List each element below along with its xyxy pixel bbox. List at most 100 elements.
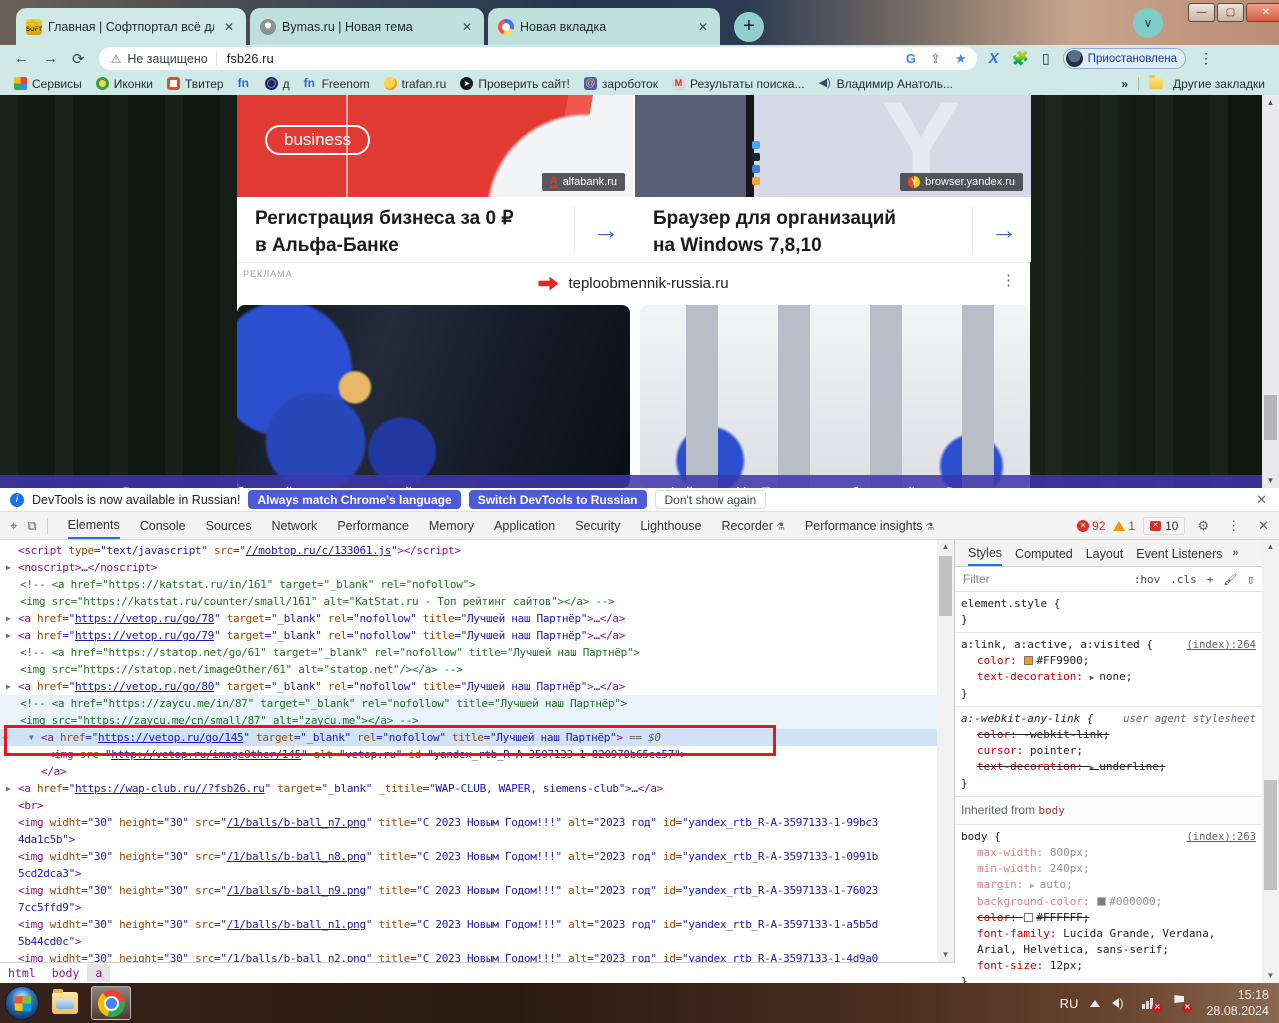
ad-arrow-icon[interactable]: → — [991, 215, 1017, 246]
browser-menu-icon[interactable]: ⋮ — [1199, 50, 1213, 67]
tab-close-icon[interactable]: ✕ — [458, 18, 476, 36]
inherited-node-link[interactable]: body — [1038, 804, 1065, 817]
product-image-factory[interactable] — [237, 305, 630, 488]
dont-show-again-button[interactable]: Don't show again — [655, 490, 767, 509]
tab-search-button[interactable]: ∨ — [1133, 8, 1163, 38]
styles-tab-event-listeners[interactable]: Event Listeners — [1136, 542, 1222, 565]
toggle-class-button[interactable]: .cls — [1170, 573, 1197, 586]
rule-source-link[interactable]: user agent stylesheet — [1123, 711, 1256, 727]
bookmark-star-icon[interactable]: ★ — [955, 51, 967, 67]
extension-x-icon[interactable]: X — [989, 50, 999, 67]
css-property[interactable]: color: -webkit-link; — [961, 727, 1256, 743]
expand-icon[interactable]: ▶ — [6, 678, 18, 695]
action-center-error-icon[interactable]: ✕ — [1172, 995, 1190, 1011]
expand-value-icon[interactable]: ▶ — [1090, 763, 1100, 772]
color-swatch[interactable] — [1097, 897, 1106, 906]
styles-tab-layout[interactable]: Layout — [1086, 542, 1124, 565]
devtools-close-icon[interactable]: ✕ — [1258, 518, 1269, 534]
dom-tree-line[interactable]: <br> — [0, 797, 937, 814]
scrollbar-thumb[interactable] — [1264, 780, 1277, 890]
ad-card-yandex[interactable]: Y Y browser.yandex.ru Браузер для органи… — [635, 95, 1031, 262]
scrollbar-thumb[interactable] — [939, 556, 952, 616]
start-button[interactable] — [5, 986, 39, 1020]
rule-selector[interactable]: a:link, a:active, a:visited { — [961, 637, 1153, 653]
dom-tree-line[interactable]: ▶<a href="https://vetop.ru/go/79" target… — [0, 627, 937, 644]
dom-tree-line[interactable]: <!-- <a href="https://katstat.ru/in/161"… — [0, 576, 937, 593]
ad-card-alfabank[interactable]: business A alfabank.ru Регистрация бизне… — [237, 95, 633, 262]
dom-tree-line[interactable]: <img widht="30" height="30" src="/1/ball… — [0, 882, 937, 899]
styles-scrollbar[interactable]: ▲ ▼ — [1262, 540, 1279, 983]
dom-tree-line[interactable]: <img widht="30" height="30" src="/1/ball… — [0, 848, 937, 865]
tab-close-icon[interactable]: ✕ — [694, 18, 712, 36]
expand-icon[interactable]: ▶ — [6, 610, 18, 627]
style-rule[interactable]: element.style {} — [955, 592, 1262, 633]
expand-icon[interactable]: ▶ — [6, 627, 18, 644]
scroll-up-icon[interactable]: ▲ — [1262, 540, 1279, 554]
devtools-tab-performance-insights[interactable]: Performance insights⚗ — [805, 513, 934, 538]
css-property[interactable]: max-width: 800px; — [961, 845, 1256, 861]
close-button[interactable]: ✕ — [1246, 3, 1279, 22]
rule-selector[interactable]: body { — [961, 829, 1001, 845]
dom-tree-line[interactable]: <img widht="30" height="30" src="/1/ball… — [0, 950, 937, 962]
rule-selector[interactable]: a:-webkit-any-link { — [961, 711, 1093, 727]
url-text[interactable]: fsb26.ru — [227, 51, 274, 66]
dom-tree-line[interactable]: 4da1c5b"> — [0, 831, 937, 848]
dom-tree-line[interactable]: ▶<a href="https://vetop.ru/go/80" target… — [0, 678, 937, 695]
warning-badge[interactable]: 1 — [1113, 519, 1135, 533]
dom-tree-line[interactable]: <script type="text/javascript" src="//mo… — [0, 542, 937, 559]
taskbar-clock[interactable]: 15:18 28.08.2024 — [1206, 987, 1269, 1019]
scroll-up-icon[interactable]: ▲ — [937, 540, 954, 554]
color-swatch[interactable] — [1024, 656, 1033, 665]
inspect-element-icon[interactable]: ⌖ — [10, 518, 17, 534]
css-property[interactable]: cursor: pointer; — [961, 743, 1256, 759]
forward-icon[interactable]: → — [43, 50, 58, 67]
scrollbar-thumb[interactable] — [1264, 395, 1277, 440]
scroll-down-icon[interactable]: ▼ — [937, 948, 954, 962]
tab-close-icon[interactable]: ✕ — [220, 18, 238, 36]
browser-tab[interactable]: Новая вкладка✕ — [488, 8, 720, 45]
scroll-down-icon[interactable]: ▼ — [1262, 473, 1279, 488]
bookmark-item[interactable]: trafan.ru — [384, 77, 447, 91]
bookmark-item[interactable]: Сервисы — [14, 77, 82, 91]
breadcrumb-item-html[interactable]: html — [0, 964, 44, 982]
devtools-tab-memory[interactable]: Memory — [429, 513, 474, 538]
address-bar[interactable]: ⚠ Не защищено fsb26.ru G ⇪ ★ — [99, 47, 977, 70]
bookmark-item[interactable]: МРезультаты поиска... — [672, 77, 805, 91]
toggle-hover-button[interactable]: :hov — [1134, 573, 1161, 586]
scroll-up-icon[interactable]: ▲ — [1262, 95, 1279, 110]
maximize-button[interactable]: ▢ — [1217, 3, 1244, 22]
css-property[interactable]: color: #FFFFFF; — [961, 910, 1256, 926]
profile-chip[interactable]: Приостановлена — [1063, 48, 1186, 69]
switch-russian-button[interactable]: Switch DevTools to Russian — [469, 490, 647, 509]
brush-icon[interactable]: 🖌 — [1223, 573, 1237, 586]
breadcrumb-item-body[interactable]: body — [44, 964, 88, 982]
css-property[interactable]: color: #FF9900; — [961, 653, 1256, 669]
expand-value-icon[interactable]: ▶ — [1090, 673, 1100, 682]
reload-icon[interactable]: ⟳ — [72, 50, 85, 68]
language-indicator[interactable]: RU — [1060, 996, 1079, 1011]
css-property[interactable]: background-color: #000000; — [961, 894, 1256, 910]
dom-tree-line[interactable]: ▶<a href="https://wap-club.ru//?fsb26.ru… — [0, 780, 937, 797]
settings-gear-icon[interactable]: ⚙ — [1197, 518, 1209, 534]
bookmarks-overflow-icon[interactable]: » — [1121, 77, 1128, 91]
promo-domain-link[interactable]: teploobmennik-russia.ru — [568, 275, 728, 292]
css-property[interactable]: min-width: 240px; — [961, 861, 1256, 877]
bookmark-item[interactable]: @зароботок — [584, 77, 658, 91]
dom-tree-line[interactable]: <img widht="30" height="30" src="/1/ball… — [0, 814, 937, 831]
dom-tree-line[interactable]: <img src="https://katstat.ru/counter/sma… — [0, 593, 937, 610]
issues-badge[interactable]: ✕ 10 — [1143, 517, 1185, 535]
bookmark-item[interactable]: ◀)Владимир Анатоль... — [819, 77, 953, 91]
devtools-tab-lighthouse[interactable]: Lighthouse — [640, 513, 701, 538]
dom-tree-line[interactable]: 5cd2dca3"> — [0, 865, 937, 882]
devtools-tab-recorder[interactable]: Recorder⚗ — [722, 513, 785, 538]
dom-tree-line[interactable]: </a> — [0, 763, 937, 780]
match-language-button[interactable]: Always match Chrome's language — [248, 490, 460, 509]
share-icon[interactable]: ⇪ — [930, 51, 941, 67]
rule-selector[interactable]: element.style { — [961, 596, 1060, 612]
extensions-puzzle-icon[interactable]: 🧩 — [1012, 50, 1029, 67]
style-rule[interactable]: a:-webkit-any-link { user agent styleshee… — [955, 707, 1262, 797]
style-rule[interactable]: a:link, a:active, a:visited {(index):264… — [955, 633, 1262, 707]
page-scrollbar[interactable]: ▲ ▼ — [1262, 95, 1279, 488]
dom-tree-line[interactable]: <img src="https://statop.net/imageOther/… — [0, 661, 937, 678]
devtools-tab-security[interactable]: Security — [575, 513, 620, 538]
